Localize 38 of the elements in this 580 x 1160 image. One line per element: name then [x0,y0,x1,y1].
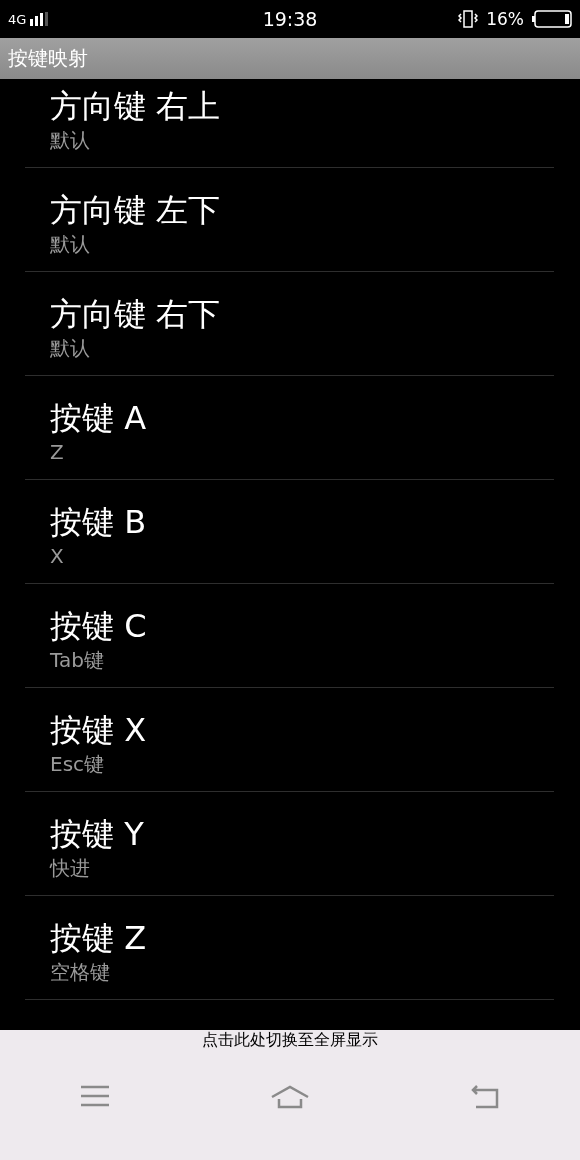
item-title: 按键 B [50,502,147,542]
key-mapping-item[interactable]: 按键 Z 空格键 [25,896,554,1000]
item-title: 按键 Z [50,918,147,958]
back-icon[interactable] [471,1085,499,1109]
key-mapping-item[interactable]: 按键 A Z [25,376,554,480]
key-mapping-item[interactable]: 方向键 右上 默认 [25,79,554,168]
item-value: 默认 [50,335,90,362]
item-title: 方向键 右下 [50,294,221,334]
item-title: 方向键 左下 [50,190,221,230]
battery-percent: 16% [486,9,524,29]
item-value: Esc键 [50,751,105,778]
signal-icon [30,12,51,26]
item-value: X [50,543,64,570]
item-value: 快进 [50,855,90,882]
item-value: Z [50,439,64,466]
key-mapping-item[interactable]: 按键 X Esc键 [25,688,554,792]
battery-icon [532,10,572,28]
vibrate-icon [458,10,479,28]
item-value: Tab键 [50,647,104,674]
key-mapping-item[interactable]: 方向键 右下 默认 [25,272,554,376]
key-mapping-item[interactable]: 按键 Y 快进 [25,792,554,896]
item-value: 空格键 [50,959,110,986]
item-title: 方向键 右上 [50,86,221,126]
item-title: 按键 A [50,398,147,438]
clock-time: 19:38 [262,8,318,30]
screen-title: 按键映射 [8,45,88,72]
item-title: 按键 Y [50,814,144,854]
home-icon[interactable] [271,1085,309,1109]
key-mapping-item[interactable]: 按键 B X [25,480,554,584]
fullscreen-link[interactable]: 点击此处切换至全屏显示 [202,1030,378,1051]
network-type: 4G [8,11,27,27]
item-value: 默认 [50,231,90,258]
item-title: 按键 C [50,606,147,646]
item-title: 按键 X [50,710,147,750]
item-value: 默认 [50,127,90,154]
key-mapping-item[interactable]: 按键 C Tab键 [25,584,554,688]
key-mapping-item[interactable]: 方向键 左下 默认 [25,168,554,272]
menu-icon[interactable] [81,1085,109,1107]
